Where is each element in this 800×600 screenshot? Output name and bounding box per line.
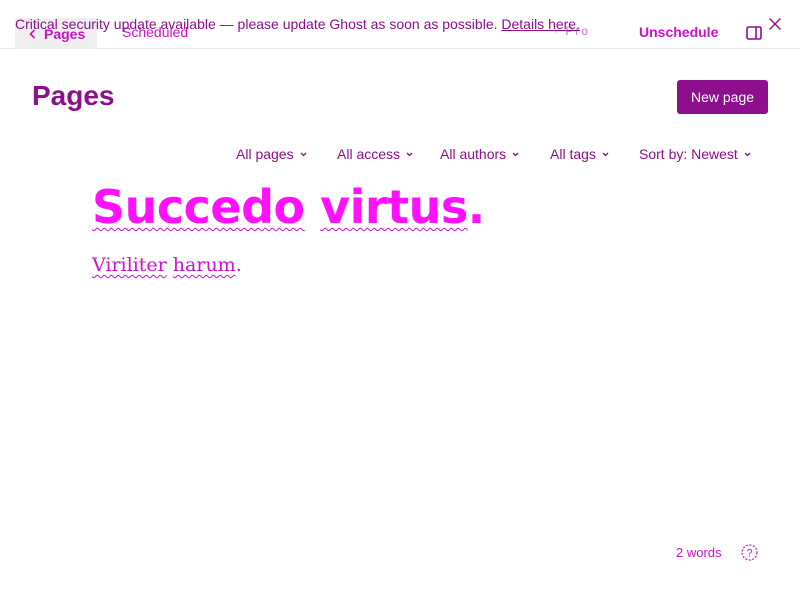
security-update-banner: Critical security update available — ple… bbox=[15, 16, 580, 32]
chevron-down-icon bbox=[512, 152, 519, 156]
filter-page-type[interactable]: All pages bbox=[236, 146, 307, 162]
filter-tags[interactable]: All tags bbox=[550, 146, 609, 162]
filter-access[interactable]: All access bbox=[337, 146, 413, 162]
title-word: Succedo bbox=[92, 180, 305, 234]
svg-text:?: ? bbox=[746, 548, 752, 560]
title-punctuation: . bbox=[467, 180, 485, 234]
help-circle-icon[interactable]: ? bbox=[741, 544, 758, 561]
filter-label: All access bbox=[337, 146, 401, 162]
unschedule-button[interactable]: Unschedule bbox=[639, 24, 718, 40]
post-body-editor[interactable]: Viriliter harum. bbox=[92, 254, 242, 276]
body-word: harum bbox=[172, 254, 236, 276]
filter-label: All authors bbox=[440, 146, 507, 162]
word-count: 2 words bbox=[676, 545, 722, 560]
chevron-down-icon bbox=[300, 152, 307, 156]
close-icon[interactable] bbox=[768, 17, 782, 31]
sidebar-toggle-icon[interactable] bbox=[746, 26, 762, 40]
banner-details-link[interactable]: Details here. bbox=[501, 16, 580, 32]
body-punctuation: . bbox=[235, 254, 242, 276]
filter-sort[interactable]: Sort by: Newest bbox=[639, 146, 751, 162]
chevron-down-icon bbox=[602, 152, 609, 156]
post-title-field[interactable]: Succedo virtus. bbox=[92, 180, 485, 234]
body-word: Viriliter bbox=[92, 254, 167, 276]
title-word: virtus bbox=[320, 180, 468, 234]
new-page-button[interactable]: New page bbox=[677, 80, 768, 114]
filter-label: Sort by: Newest bbox=[639, 146, 738, 162]
chevron-down-icon bbox=[744, 152, 751, 156]
filter-label: All tags bbox=[550, 146, 596, 162]
filter-authors[interactable]: All authors bbox=[440, 146, 519, 162]
page-title: Pages bbox=[32, 80, 115, 111]
banner-text: Critical security update available — ple… bbox=[15, 16, 498, 32]
chevron-down-icon bbox=[406, 152, 413, 156]
filter-label: All pages bbox=[236, 146, 294, 162]
